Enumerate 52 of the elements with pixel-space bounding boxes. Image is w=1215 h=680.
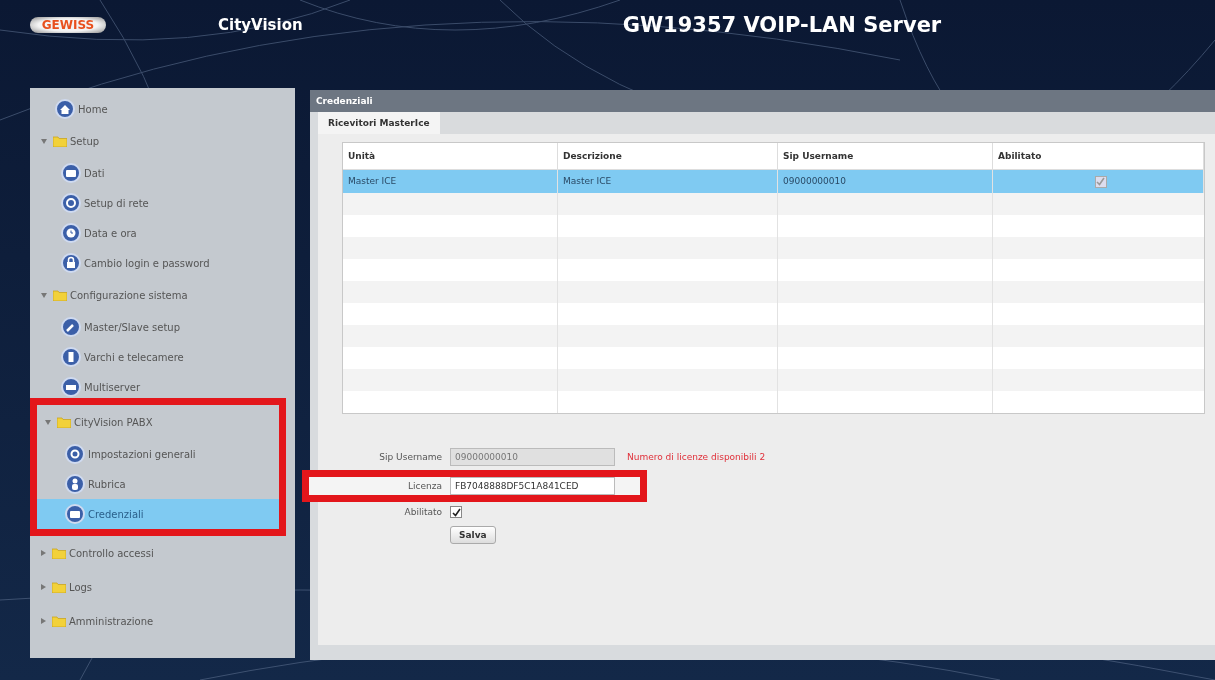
caret-icon: [41, 292, 47, 298]
nav-item[interactable]: Dati: [33, 158, 292, 188]
nav-item[interactable]: Data e ora: [33, 218, 292, 248]
license-note: Numero di licenze disponibili 2: [627, 452, 766, 462]
app-name: CityVision: [218, 16, 303, 34]
folder-icon: [53, 289, 67, 301]
table-cell: Master ICE: [558, 170, 778, 193]
clock-icon: [61, 223, 81, 243]
folder-icon: [52, 615, 66, 627]
tab[interactable]: Ricevitori MasterIce: [318, 112, 440, 134]
folder-item[interactable]: Logs: [33, 570, 292, 604]
nav-item[interactable]: Master/Slave setup: [33, 312, 292, 342]
license-field[interactable]: FB7048888DF5C1A841CED: [450, 477, 615, 495]
field-label: Sip Username: [378, 452, 442, 462]
folder-item[interactable]: CityVision PABX: [37, 405, 279, 439]
table-cell: Master ICE: [343, 170, 558, 193]
folder-icon: [57, 416, 71, 428]
panel-title: Credenziali: [310, 90, 1215, 112]
save-button[interactable]: Salva: [450, 526, 496, 544]
caret-icon: [45, 419, 51, 425]
folder-icon: [52, 581, 66, 593]
nav-item[interactable]: Rubrica: [37, 469, 279, 499]
card-icon: [61, 163, 81, 183]
folder-icon: [52, 547, 66, 559]
caret-icon: [41, 584, 46, 590]
caret-icon: [41, 550, 46, 556]
checkbox[interactable]: [450, 506, 462, 518]
card-icon: [65, 504, 85, 524]
folder-item[interactable]: Setup: [33, 124, 292, 158]
nav-item[interactable]: Credenziali: [37, 499, 279, 529]
field-label: Abilitato: [403, 507, 442, 517]
server-icon: [61, 377, 81, 397]
house-icon: [55, 99, 75, 119]
nav-item[interactable]: Varchi e telecamere: [33, 342, 292, 372]
door-icon: [61, 347, 81, 367]
nav-item[interactable]: Setup di rete: [33, 188, 292, 218]
field-label: Licenza: [407, 481, 442, 491]
window-title: GW19357 VOIP-LAN Server: [622, 13, 942, 37]
person-icon: [65, 474, 85, 494]
logo: GEWISS: [30, 17, 106, 33]
caret-icon: [41, 618, 46, 624]
nav-item[interactable]: Impostazioni generali: [37, 439, 279, 469]
table-cell: 09000000010: [778, 170, 993, 193]
folder-item[interactable]: Amministrazione: [33, 604, 292, 638]
folder-icon: [53, 135, 67, 147]
nav-item[interactable]: Cambio login e password: [33, 248, 292, 278]
nav-item[interactable]: Multiserver: [33, 372, 292, 402]
caret-icon: [41, 138, 47, 144]
padlock-icon: [61, 253, 81, 273]
folder-item[interactable]: Configurazione sistema: [33, 278, 292, 312]
nav-item[interactable]: Home: [33, 94, 292, 124]
folder-item[interactable]: Controllo accessi: [33, 536, 292, 570]
